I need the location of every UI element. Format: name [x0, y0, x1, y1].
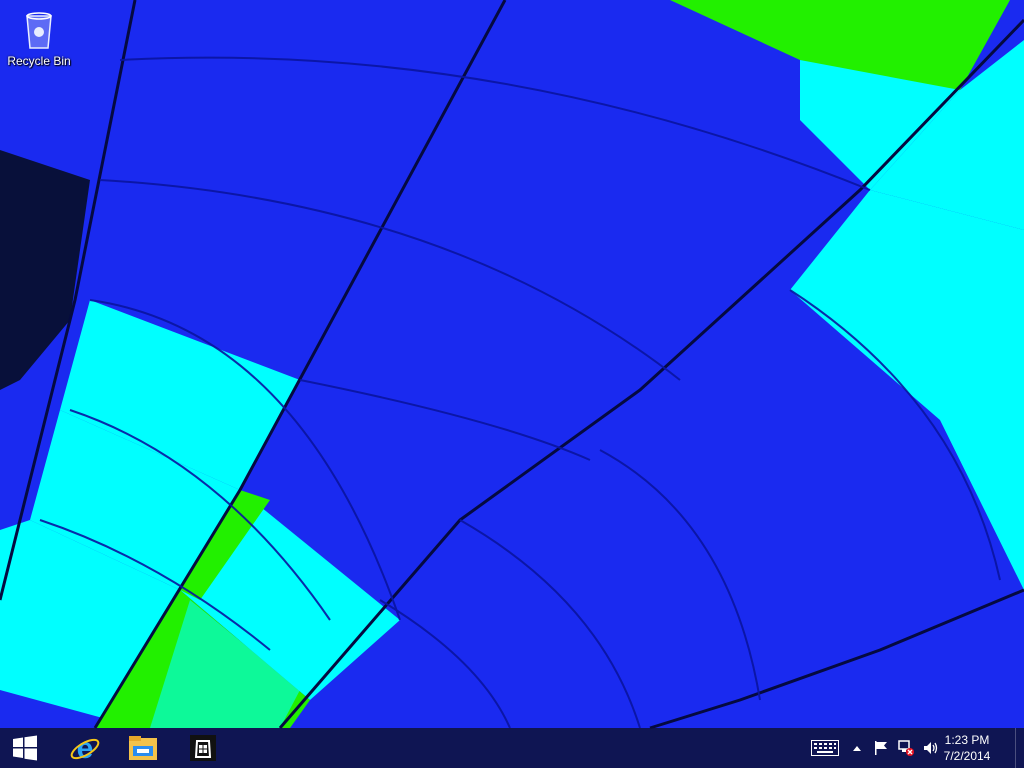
action-center-button[interactable] — [870, 728, 892, 768]
desktop-wallpaper — [0, 0, 1024, 768]
touch-keyboard-icon — [811, 740, 839, 756]
recycle-bin-desktop-icon[interactable]: Recycle Bin — [4, 8, 74, 78]
file-explorer-taskbar-button[interactable] — [114, 728, 172, 768]
store-icon — [190, 735, 216, 761]
file-explorer-icon — [129, 736, 157, 760]
clock-time: 1:23 PM — [944, 733, 990, 747]
touch-keyboard-button[interactable] — [808, 728, 842, 768]
network-icon — [898, 740, 914, 756]
action-center-flag-icon — [875, 741, 887, 755]
internet-explorer-icon: e — [70, 732, 100, 764]
show-hidden-icons-button[interactable] — [848, 728, 866, 768]
show-desktop-button[interactable] — [1015, 728, 1024, 768]
recycle-bin-icon — [26, 12, 52, 49]
taskbar-clock[interactable]: 1:23 PM 7/2/2014 — [932, 732, 1002, 764]
network-button[interactable] — [894, 728, 918, 768]
svg-text:e: e — [77, 732, 94, 764]
windows-start-icon — [13, 735, 37, 761]
clock-date: 7/2/2014 — [943, 749, 991, 763]
taskbar: e 1:23 PM 7/2/2014 — [0, 728, 1024, 768]
chevron-up-icon — [853, 746, 861, 751]
internet-explorer-taskbar-button[interactable]: e — [56, 728, 114, 768]
store-taskbar-button[interactable] — [174, 728, 232, 768]
recycle-bin-label: Recycle Bin — [7, 54, 71, 68]
start-button[interactable] — [0, 728, 50, 768]
